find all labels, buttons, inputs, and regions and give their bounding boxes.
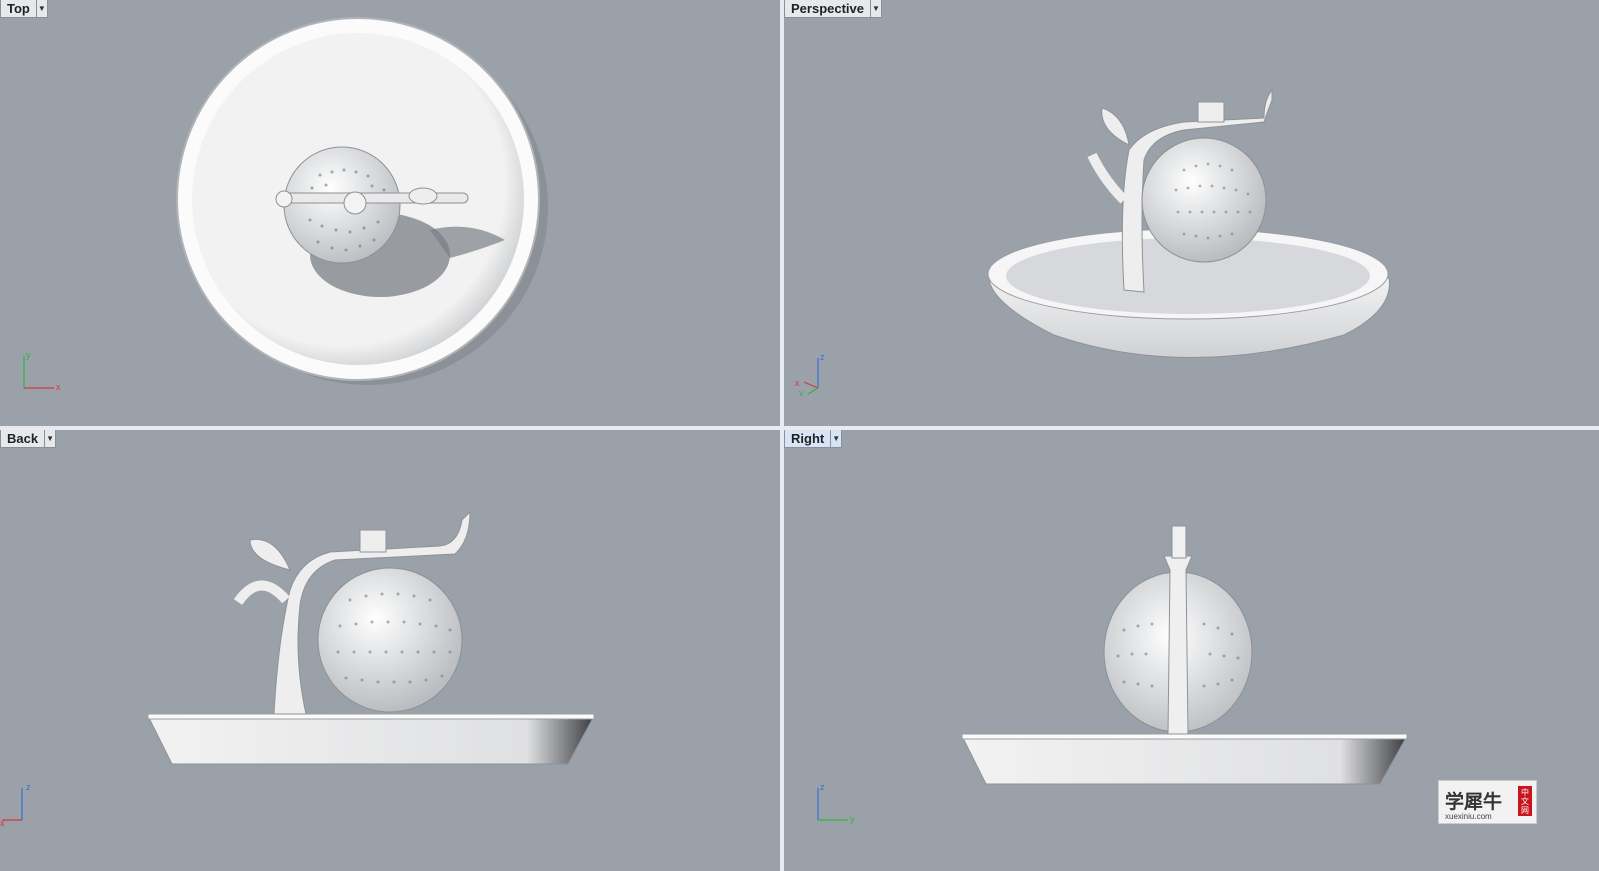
viewport-back[interactable]: Back ▼ z x bbox=[0, 430, 780, 871]
viewport-divider-horizontal[interactable] bbox=[0, 426, 1599, 430]
watermark-url: xuexiniu.com bbox=[1445, 812, 1492, 821]
axis-label-x: x bbox=[56, 382, 61, 392]
viewport-title-label: Perspective bbox=[791, 1, 864, 16]
watermark-text: 学犀牛 bbox=[1445, 791, 1503, 813]
axis-label-x: x bbox=[0, 818, 5, 826]
axis-label-x: x bbox=[795, 378, 800, 388]
viewport-title-back[interactable]: Back ▼ bbox=[0, 430, 57, 448]
viewport-title-label: Top bbox=[7, 1, 30, 16]
chevron-down-icon[interactable]: ▼ bbox=[870, 0, 881, 17]
axis-gizmo-icon: z y bbox=[817, 782, 855, 824]
axis-label-y: y bbox=[850, 814, 855, 824]
axis-gizmo-icon: z x bbox=[0, 782, 31, 826]
viewport-title-right[interactable]: Right ▼ bbox=[784, 430, 843, 448]
axis-gizmo-icon: y x bbox=[23, 350, 61, 392]
back-view-render bbox=[147, 510, 595, 765]
watermark-logo: 学犀牛 xuexiniu.com 中 文 网 bbox=[1438, 780, 1537, 824]
axis-label-z: z bbox=[820, 782, 825, 792]
top-view-render bbox=[176, 17, 548, 385]
axis-label-z: z bbox=[820, 352, 825, 362]
chevron-down-icon[interactable]: ▼ bbox=[830, 430, 841, 447]
viewport-title-label: Back bbox=[7, 431, 39, 446]
watermark-badge: 中 文 网 bbox=[1518, 786, 1532, 816]
axis-label-y: y bbox=[26, 350, 31, 360]
viewport-top[interactable]: Top ▼ y x bbox=[0, 0, 780, 426]
viewport-title-top[interactable]: Top ▼ bbox=[0, 0, 48, 18]
chevron-down-icon[interactable]: ▼ bbox=[35, 0, 47, 17]
viewport-divider-vertical[interactable] bbox=[780, 0, 784, 871]
chevron-down-icon[interactable]: ▼ bbox=[44, 430, 55, 447]
axis-label-y: y bbox=[799, 388, 804, 396]
viewport-perspective[interactable]: Perspective ▼ z x y bbox=[784, 0, 1599, 426]
axis-gizmo-icon: z x y bbox=[795, 352, 825, 396]
watermark-badge-char: 网 bbox=[1521, 805, 1529, 815]
watermark-badge-char: 中 bbox=[1521, 787, 1529, 797]
viewport-title-perspective[interactable]: Perspective ▼ bbox=[784, 0, 882, 18]
perspective-view-render bbox=[987, 88, 1390, 358]
axis-label-z: z bbox=[26, 782, 31, 792]
viewport-title-label: Right bbox=[791, 431, 825, 446]
watermark-badge-char: 文 bbox=[1521, 796, 1529, 806]
